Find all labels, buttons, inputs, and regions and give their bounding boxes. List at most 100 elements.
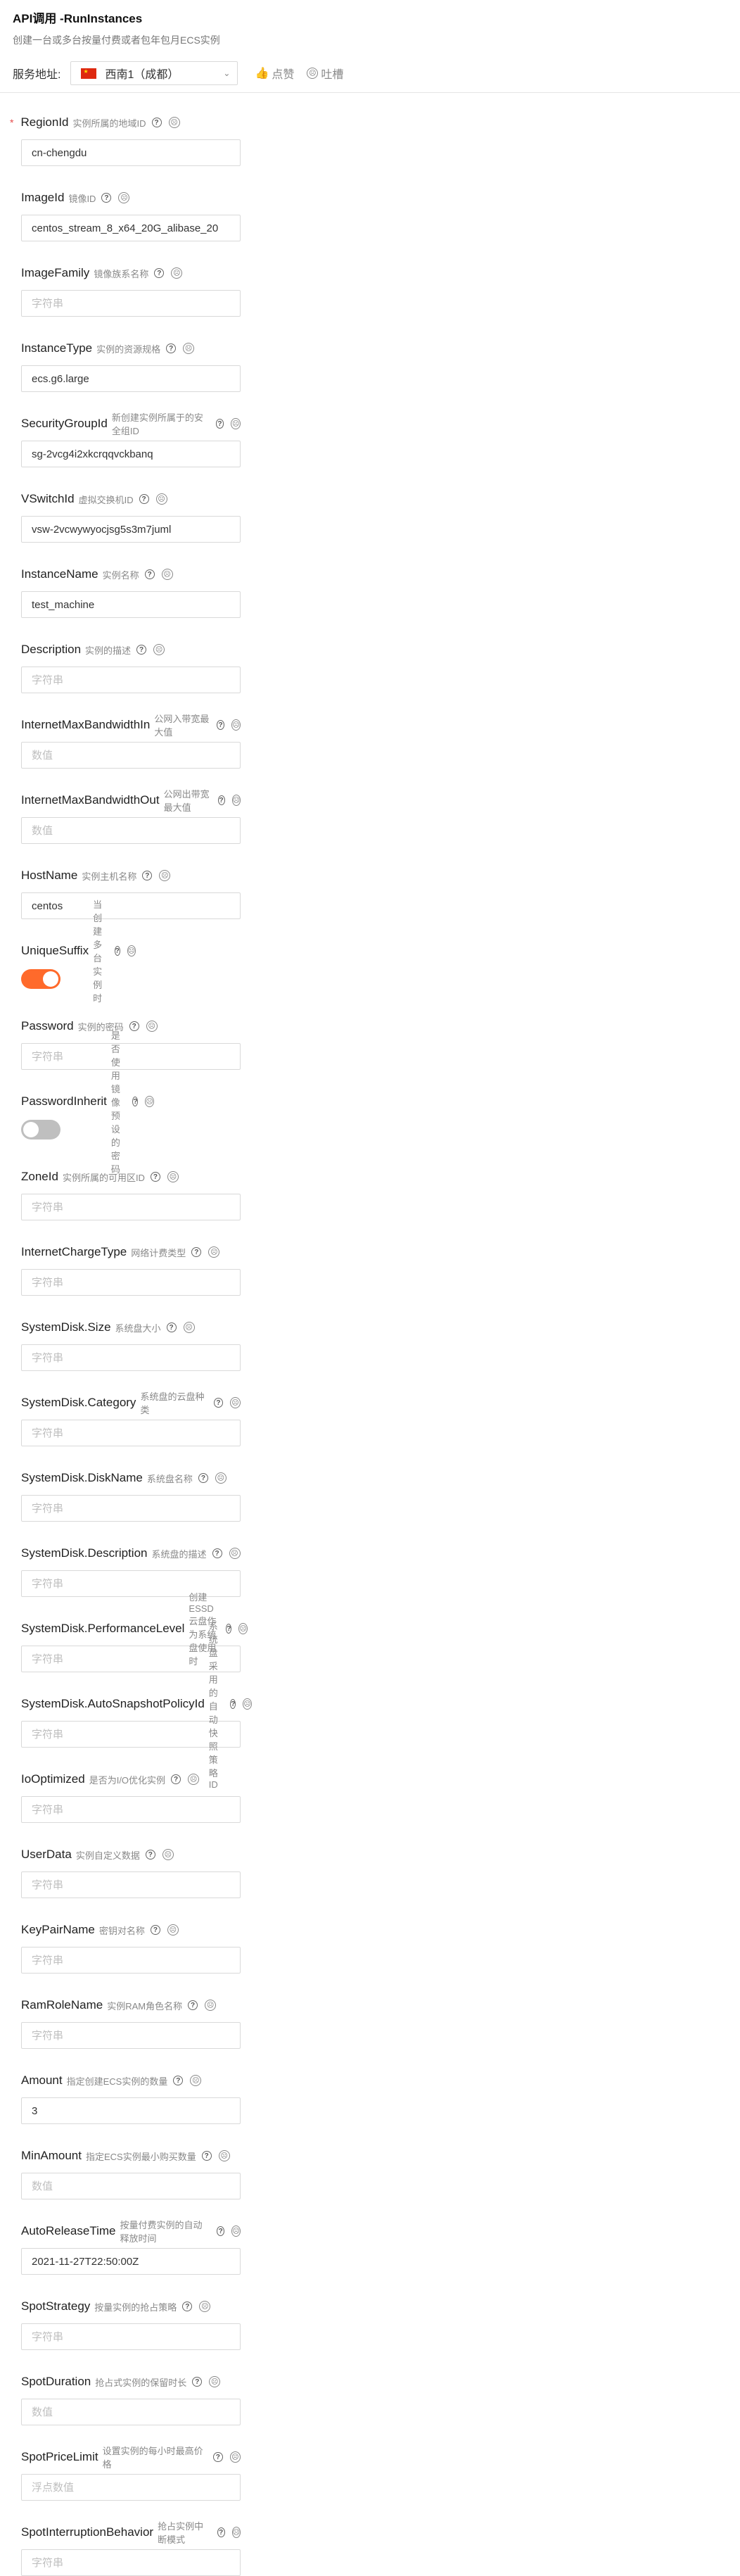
zoneid-input[interactable] <box>21 1194 241 1220</box>
ramrolename-input[interactable] <box>21 2022 241 2049</box>
help-icon[interactable]: ? <box>217 2527 225 2537</box>
spotstrategy-input[interactable] <box>21 2323 241 2350</box>
feedback-icon[interactable]: ☹ <box>171 267 183 279</box>
complain-button[interactable]: ☹ 吐槽 <box>307 65 343 82</box>
imageid-input[interactable] <box>21 215 241 241</box>
help-icon[interactable]: ? <box>139 494 149 504</box>
internetmaxbandwidthout-input[interactable] <box>21 817 241 844</box>
help-icon[interactable]: ? <box>129 1021 139 1031</box>
feedback-icon[interactable]: ☹ <box>118 192 130 203</box>
feedback-icon[interactable]: ☹ <box>153 644 165 655</box>
help-icon[interactable]: ? <box>226 1624 232 1634</box>
securitygroupid-input[interactable] <box>21 441 241 467</box>
help-icon[interactable]: ? <box>182 2302 193 2311</box>
help-icon[interactable]: ? <box>230 1699 236 1709</box>
keypairname-input[interactable] <box>21 1947 241 1974</box>
instancename-input[interactable] <box>21 591 241 618</box>
internetmaxbandwidthin-input[interactable] <box>21 742 241 769</box>
iooptimized-input[interactable] <box>21 1796 241 1823</box>
help-icon[interactable]: ? <box>171 1774 181 1784</box>
autoreleasetime-input[interactable] <box>21 2248 241 2275</box>
internetchargetype-input[interactable] <box>21 1269 241 1296</box>
feedback-icon[interactable]: ☹ <box>229 2451 241 2463</box>
help-icon[interactable]: ? <box>201 2151 212 2161</box>
feedback-icon[interactable]: ☹ <box>161 569 173 580</box>
feedback-icon[interactable]: ☹ <box>231 719 241 731</box>
help-icon[interactable]: ? <box>213 2452 223 2462</box>
feedback-icon[interactable]: ☹ <box>145 1096 154 1107</box>
feedback-icon[interactable]: ☹ <box>127 945 136 956</box>
uniquesuffix-toggle[interactable] <box>21 969 60 989</box>
feedback-icon[interactable]: ☹ <box>231 795 241 806</box>
feedback-icon[interactable]: ☹ <box>231 418 241 429</box>
help-icon[interactable]: ? <box>101 193 112 203</box>
feedback-icon[interactable]: ☹ <box>230 1397 241 1408</box>
minamount-input[interactable] <box>21 2173 241 2199</box>
spotduration-input[interactable] <box>21 2399 241 2425</box>
help-icon[interactable]: ? <box>151 118 162 127</box>
systemdisk-diskname-input[interactable] <box>21 1495 241 1522</box>
feedback-icon[interactable]: ☹ <box>243 1698 252 1710</box>
feedback-icon[interactable]: ☹ <box>155 493 167 505</box>
feedback-icon[interactable]: ☹ <box>209 2376 221 2387</box>
help-icon[interactable]: ? <box>136 645 147 655</box>
help-icon[interactable]: ? <box>213 1398 224 1408</box>
feedback-icon[interactable]: ☹ <box>205 2000 217 2011</box>
systemdisk-autosnapshotpolicyid-input[interactable] <box>21 1721 241 1748</box>
help-icon[interactable]: ? <box>188 2000 198 2010</box>
help-icon[interactable]: ? <box>114 946 120 956</box>
help-icon[interactable]: ? <box>173 2076 184 2085</box>
feedback-icon[interactable]: ☹ <box>167 1924 179 1936</box>
feedback-icon[interactable]: ☹ <box>190 2075 202 2086</box>
feedback-icon[interactable]: ☹ <box>183 1322 195 1333</box>
spotpricelimit-input[interactable] <box>21 2474 241 2501</box>
userdata-input[interactable] <box>21 1871 241 1898</box>
password-input[interactable] <box>21 1043 241 1070</box>
help-icon[interactable]: ? <box>217 2226 225 2236</box>
help-icon[interactable]: ? <box>166 1322 177 1332</box>
help-icon[interactable]: ? <box>145 1850 155 1860</box>
help-icon[interactable]: ? <box>191 1247 202 1257</box>
region-select[interactable]: 西南1（成都） ⌄ <box>70 61 238 85</box>
systemdisk-category-input[interactable] <box>21 1420 241 1446</box>
help-icon[interactable]: ? <box>132 1097 139 1106</box>
feedback-icon[interactable]: ☹ <box>167 1171 179 1182</box>
help-icon[interactable]: ? <box>142 871 153 880</box>
feedback-icon[interactable]: ☹ <box>183 343 195 354</box>
help-icon[interactable]: ? <box>217 795 225 805</box>
passwordinherit-toggle[interactable] <box>21 1120 60 1139</box>
help-icon[interactable]: ? <box>150 1172 160 1182</box>
feedback-icon[interactable]: ☹ <box>146 1021 158 1032</box>
help-icon[interactable]: ? <box>212 1548 222 1558</box>
feedback-icon[interactable]: ☹ <box>188 1774 200 1785</box>
feedback-icon[interactable]: ☹ <box>199 2301 211 2312</box>
feedback-icon[interactable]: ☹ <box>215 1472 227 1484</box>
feedback-icon[interactable]: ☹ <box>218 2150 230 2161</box>
feedback-icon[interactable]: ☹ <box>231 2527 241 2538</box>
feedback-icon[interactable]: ☹ <box>231 2225 241 2237</box>
help-icon[interactable]: ? <box>192 2377 203 2387</box>
feedback-icon[interactable]: ☹ <box>159 870 171 881</box>
help-icon[interactable]: ? <box>144 569 155 579</box>
feedback-icon[interactable]: ☹ <box>229 1548 241 1559</box>
systemdisk-size-input[interactable] <box>21 1344 241 1371</box>
imagefamily-input[interactable] <box>21 290 241 317</box>
vswitchid-input[interactable] <box>21 516 241 543</box>
amount-input[interactable] <box>21 2097 241 2124</box>
help-icon[interactable]: ? <box>154 268 165 278</box>
spotinterruptionbehavior-input[interactable] <box>21 2549 241 2576</box>
like-button[interactable]: 👍 点赞 <box>255 65 294 82</box>
regionid-input[interactable] <box>21 139 241 166</box>
feedback-icon[interactable]: ☹ <box>162 1849 174 1860</box>
help-icon[interactable]: ? <box>150 1925 160 1935</box>
feedback-icon[interactable]: ☹ <box>208 1246 220 1258</box>
help-icon[interactable]: ? <box>166 343 177 353</box>
instancetype-input[interactable] <box>21 365 241 392</box>
feedback-icon[interactable]: ☹ <box>238 1623 248 1634</box>
description-input[interactable] <box>21 667 241 693</box>
hostname-input[interactable] <box>21 892 241 919</box>
help-icon[interactable]: ? <box>215 419 224 429</box>
help-icon[interactable]: ? <box>216 720 225 730</box>
help-icon[interactable]: ? <box>198 1473 208 1483</box>
feedback-icon[interactable]: ☹ <box>168 117 180 128</box>
